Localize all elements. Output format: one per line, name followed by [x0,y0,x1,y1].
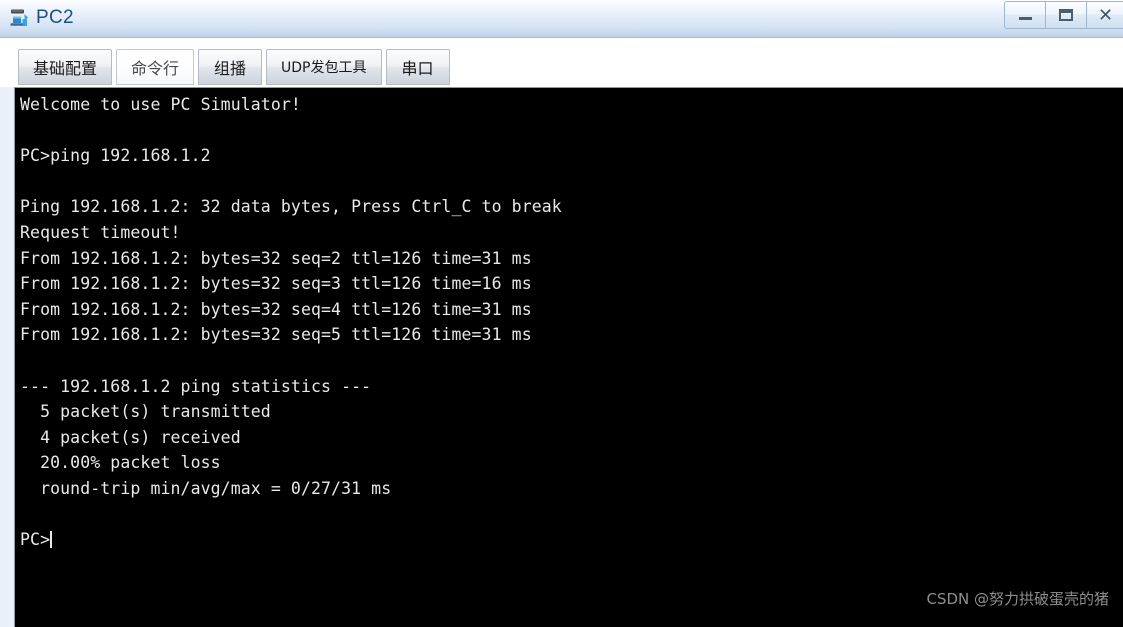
terminal-line: 5 packet(s) transmitted [20,402,271,422]
tab-0[interactable]: 基础配置 [18,49,113,85]
tab-1[interactable]: 命令行 [116,49,195,85]
close-button[interactable]: ✕ [1086,1,1123,29]
title-bar-left: PC2 [8,3,74,33]
tab-label: 组播 [214,59,247,78]
terminal-line: 4 packet(s) received [20,427,241,447]
terminal-line: From 192.168.1.2: bytes=32 seq=5 ttl=126… [20,325,532,345]
terminal-line: 20.00% packet loss [20,453,221,473]
terminal-line: Ping 192.168.1.2: 32 data bytes, Press C… [20,197,562,217]
terminal-line: Request timeout! [20,222,181,242]
terminal-line: From 192.168.1.2: bytes=32 seq=2 ttl=126… [20,248,532,268]
tab-strip: 基础配置 命令行 组播 UDP发包工具 串口 [0,39,1123,87]
terminal-line: --- 192.168.1.2 ping statistics --- [20,376,372,396]
terminal-line: round-trip min/avg/max = 0/27/31 ms [20,478,392,498]
window-controls: ✕ [1004,1,1123,31]
tab-4[interactable]: 串口 [385,49,450,85]
tab-label: UDP发包工具 [281,60,367,76]
tab-label: 串口 [401,59,434,78]
terminal-line: Welcome to use PC Simulator! [20,95,301,114]
pc-simulator-window: PC2 ✕ 基础配置 命令行 组播 UDP发包工具 串口 Welcome to use … [0,0,1123,627]
text-cursor [50,531,53,549]
tab-label: 基础配置 [33,59,98,78]
terminal-prompt-line[interactable]: PC> [20,527,1123,553]
terminal-prompt: PC> [20,530,51,550]
terminal-line: From 192.168.1.2: bytes=32 seq=4 ttl=126… [20,299,532,319]
close-icon: ✕ [1097,5,1114,25]
maximize-button[interactable] [1045,1,1086,29]
watermark-text: CSDN @努力拱破蛋壳的猪 [926,590,1109,608]
title-bar: PC2 ✕ [0,0,1123,38]
tab-2[interactable]: 组播 [198,49,263,85]
tab-label: 命令行 [131,59,180,78]
terminal-panel: Welcome to use PC Simulator! PC>ping 192… [0,87,1123,627]
tab-3[interactable]: UDP发包工具 [266,49,382,85]
terminal-line: PC>ping 192.168.1.2 [20,146,211,166]
terminal-line: From 192.168.1.2: bytes=32 seq=3 ttl=126… [20,274,532,294]
minimize-icon [1018,17,1032,20]
terminal-console[interactable]: Welcome to use PC Simulator! PC>ping 192… [14,87,1123,627]
maximize-icon [1059,9,1073,21]
tab-list: 基础配置 命令行 组播 UDP发包工具 串口 [18,49,454,85]
minimize-button[interactable] [1004,1,1045,29]
terminal-output: Welcome to use PC Simulator! PC>ping 192… [20,92,1123,553]
pc-device-icon [10,9,28,26]
window-title: PC2 [36,7,74,28]
